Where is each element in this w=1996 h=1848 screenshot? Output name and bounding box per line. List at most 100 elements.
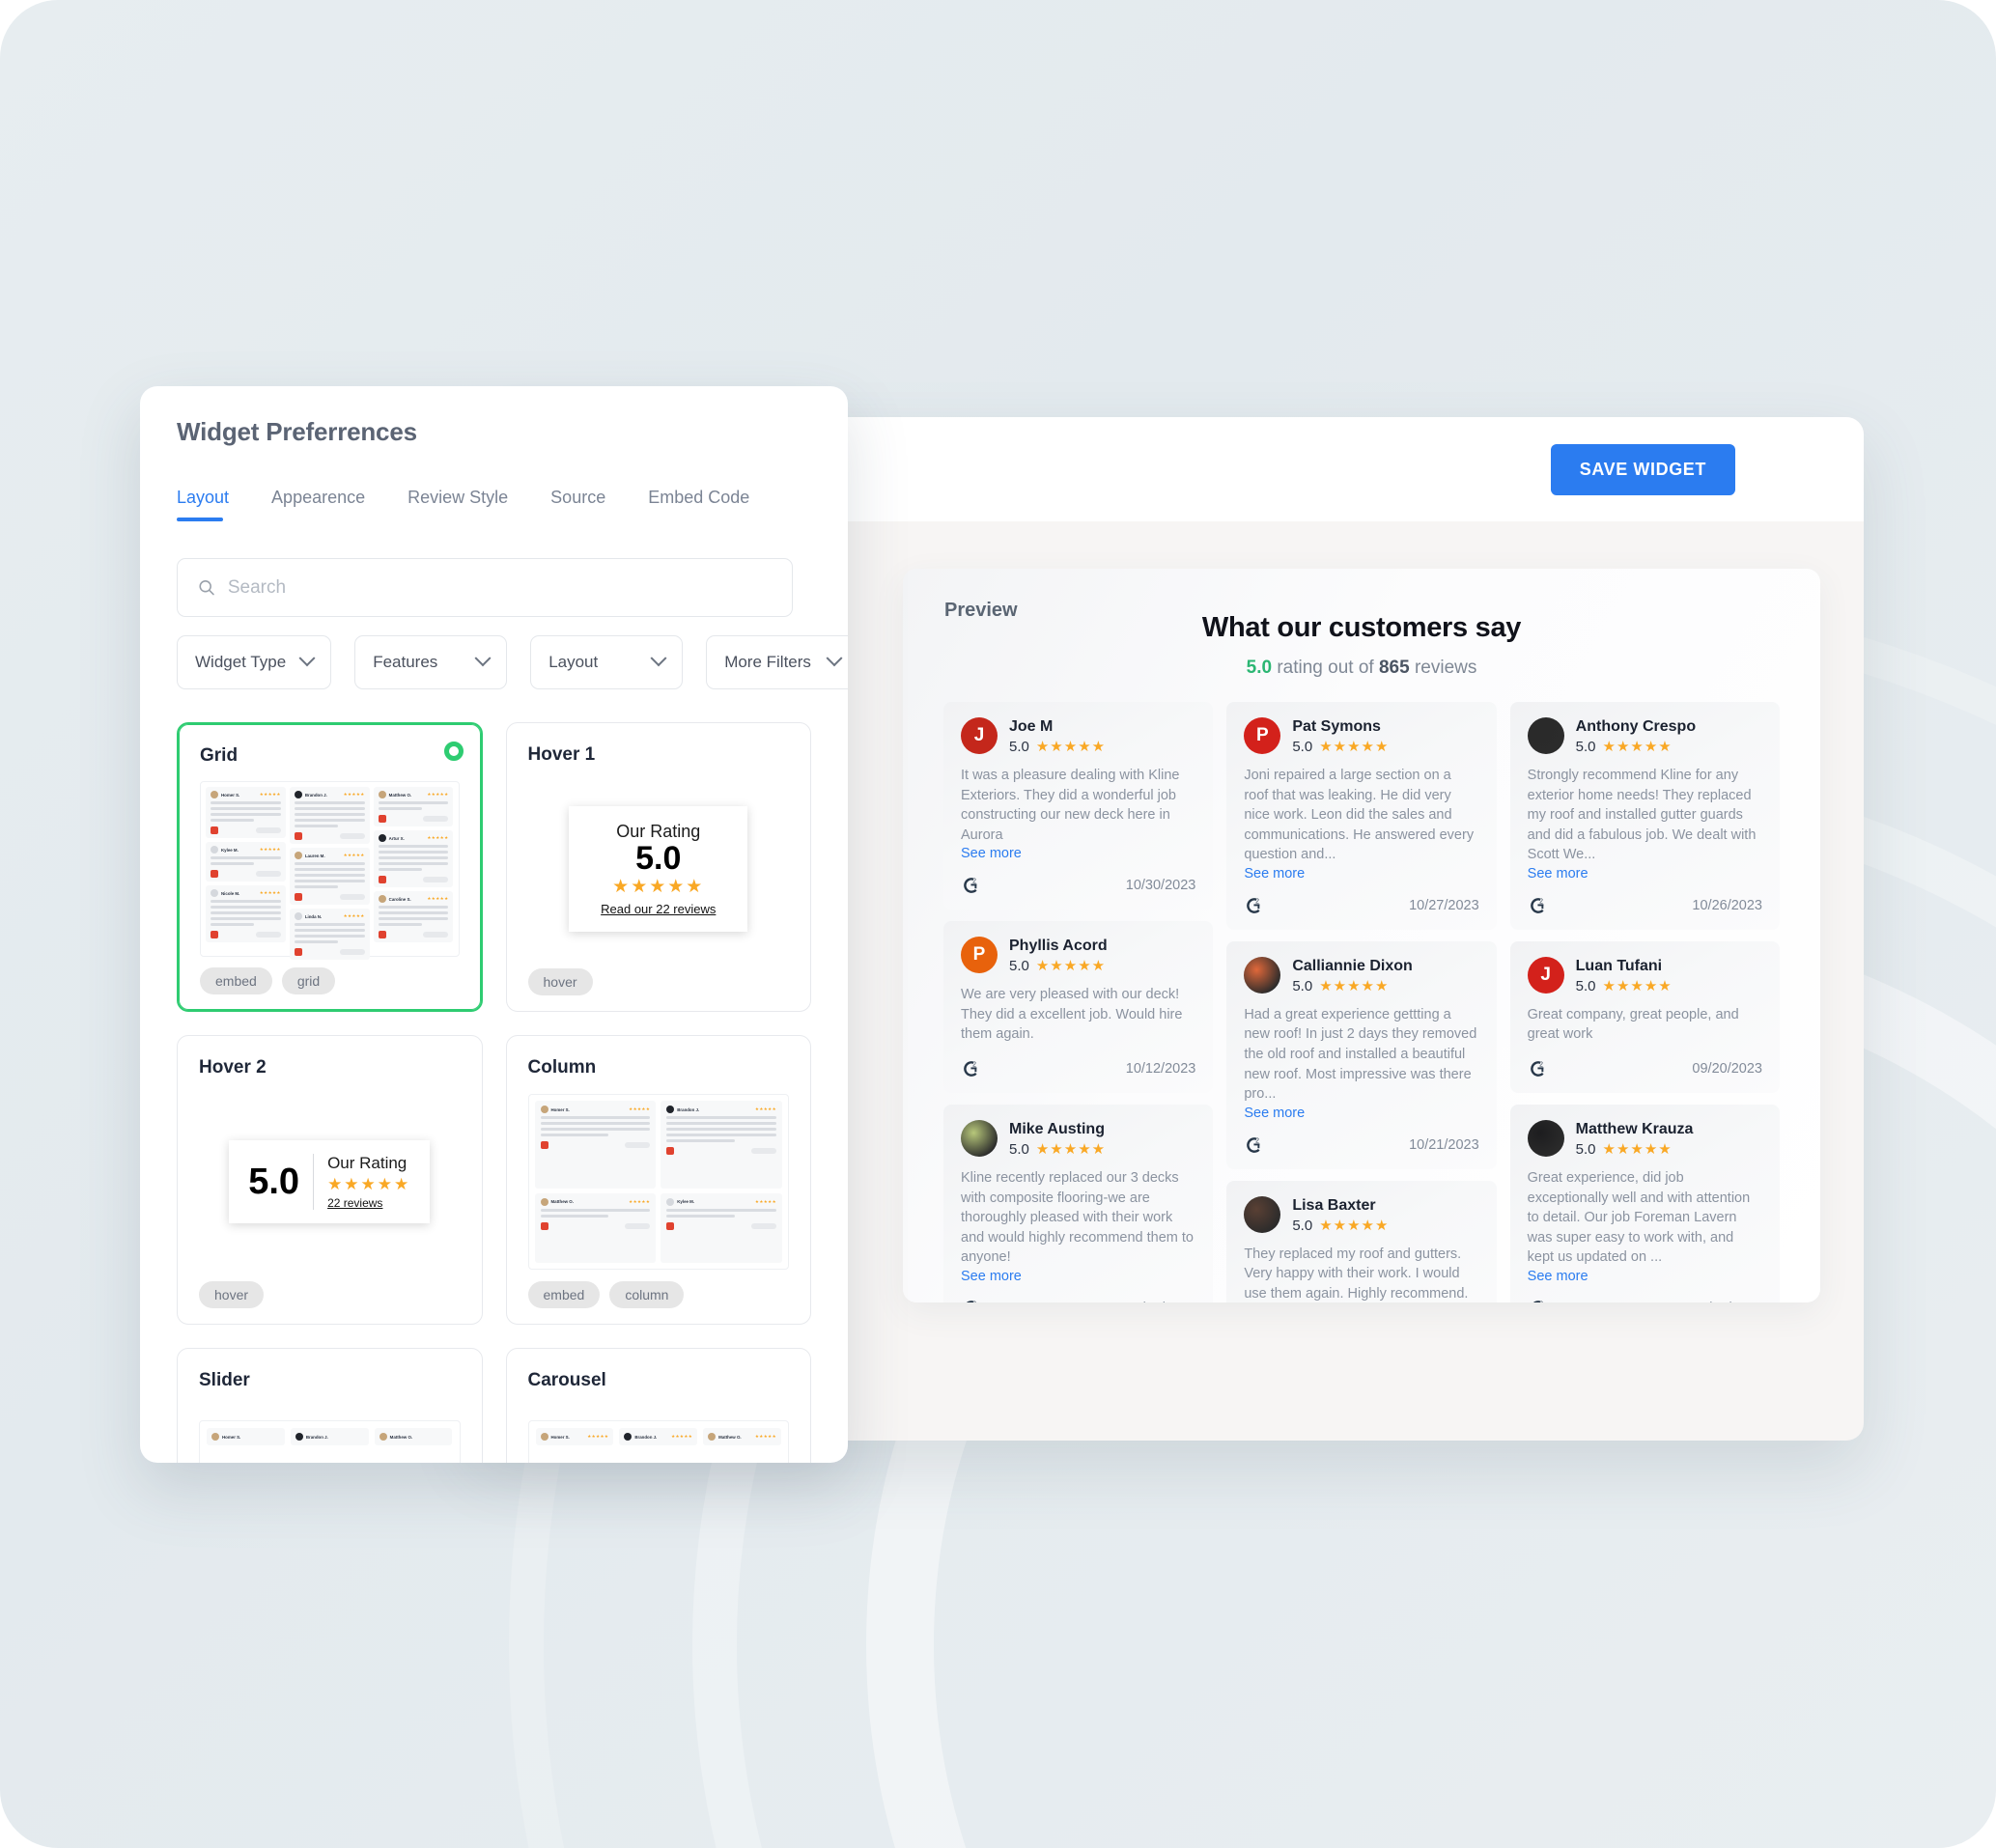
- mini-review-footer: [294, 832, 365, 840]
- search-box[interactable]: [177, 558, 793, 617]
- reviewer-name: Lisa Baxter: [1292, 1196, 1376, 1214]
- review-score: 5.0: [1575, 739, 1596, 755]
- layout-preset-hover-2[interactable]: Hover 2 5.0 Our Rating ★★★★★ 22 reviews hover: [177, 1035, 483, 1325]
- review-header: Lisa Baxter 5.0 ★★★★★: [1244, 1195, 1478, 1234]
- mini-text-line: [211, 923, 255, 926]
- mini-reviewer-name: Matthew O.: [389, 1434, 413, 1440]
- tab-embed-code[interactable]: Embed Code: [648, 478, 749, 521]
- see-more-link[interactable]: See more: [1244, 1106, 1478, 1121]
- mini-reviewer-name: Matthew O.: [550, 1199, 574, 1204]
- hover-reviews-link[interactable]: Read our 22 reviews: [590, 902, 726, 916]
- source-icon: [378, 876, 386, 883]
- selected-radio-icon[interactable]: [443, 742, 464, 761]
- mini-review-header: Matthew O.: [379, 1433, 448, 1441]
- star-rating: ★★★★★: [1319, 977, 1390, 994]
- tab-layout[interactable]: Layout: [177, 478, 229, 521]
- mini-text-line: [294, 874, 365, 877]
- layout-preset-hover-1[interactable]: Hover 1 Our Rating 5.0 ★★★★★ Read our 22 rev…: [505, 722, 811, 1012]
- mini-text-line: [666, 1128, 776, 1131]
- search-icon: [199, 580, 214, 596]
- mini-text-line: [211, 900, 281, 903]
- mini-review-card: Nicole M. ★★★★★: [206, 885, 286, 942]
- filter-features[interactable]: Features: [354, 635, 508, 689]
- layout-preset-grid[interactable]: Grid Homer S. ★★★★★ Kylee M. ★★★★★ Nicole M. ★…: [177, 722, 483, 1012]
- tab-appearence[interactable]: Appearence: [271, 478, 365, 521]
- mini-avatar: [211, 889, 218, 897]
- filter-widget-type[interactable]: Widget Type: [177, 635, 332, 689]
- mini-review-footer: [666, 1147, 776, 1155]
- review-text: Joni repaired a large section on a roof …: [1244, 768, 1475, 863]
- preset-name: Hover 1: [527, 744, 596, 765]
- tab-review-style[interactable]: Review Style: [408, 478, 508, 521]
- mini-text-line: [540, 1116, 651, 1119]
- mini-text-line: [294, 813, 365, 816]
- review-card: P Pat Symons 5.0 ★★★★★ Joni repaired a large…: [1226, 702, 1497, 930]
- layout-preset-column[interactable]: Column Homer S. ★★★★★ Brandon J. ★★★★★ Matthe…: [505, 1035, 811, 1325]
- mini-avatar: [540, 1433, 548, 1441]
- g2-icon: 2: [1532, 1301, 1543, 1302]
- mini-review-header: Linda N. ★★★★★: [294, 912, 365, 920]
- mini-text-line: [540, 1214, 609, 1218]
- layout-preset-carousel[interactable]: Carousel Homer S. ★★★★★ Brandon J. ★★★★★ Matt…: [505, 1348, 811, 1463]
- preset-name: Slider: [199, 1370, 250, 1390]
- filter-label: More Filters: [724, 653, 811, 671]
- mini-reviewer-name: Lauren M.: [304, 853, 325, 858]
- chevron-down-icon: [650, 650, 667, 667]
- see-more-link[interactable]: See more: [961, 846, 1195, 861]
- review-header: J Luan Tufani 5.0 ★★★★★: [1527, 956, 1762, 994]
- mini-text-line: [211, 856, 281, 859]
- mini-slide: Matthew O.: [374, 1428, 453, 1445]
- see-more-link[interactable]: See more: [1528, 1269, 1762, 1284]
- mini-text-line: [378, 856, 449, 859]
- hover-reviews-link[interactable]: 22 reviews: [327, 1196, 410, 1210]
- rating-row: 5.0 ★★★★★: [1009, 958, 1108, 974]
- review-footer: 2 10/12/2023: [961, 1058, 1195, 1079]
- mini-review-card: Caroline S. ★★★★★: [373, 891, 454, 942]
- preset-tags: embed grid: [200, 967, 460, 994]
- preset-tag: embed: [200, 967, 272, 994]
- star-rating: ★★★★★: [1319, 739, 1390, 755]
- reviewer-name: Phyllis Acord: [1009, 938, 1108, 955]
- reviewer-name: Luan Tufani: [1575, 957, 1663, 974]
- g2-icon: 2: [1530, 898, 1544, 913]
- review-meta: Anthony Crespo 5.0 ★★★★★: [1576, 717, 1696, 755]
- save-widget-button[interactable]: SAVE WIDGET: [1550, 443, 1735, 495]
- tab-source[interactable]: Source: [550, 478, 605, 521]
- widget-rating-summary: 5.0 rating out of 865 reviews: [903, 658, 1820, 679]
- mini-review-date: [625, 1222, 651, 1229]
- review-date: 10/27/2023: [1409, 897, 1479, 913]
- mini-review-header: Brandon J.: [295, 1433, 364, 1441]
- layout-preset-slider[interactable]: Slider Homer S. Brandon J. Matthew O.: [177, 1348, 483, 1463]
- review-card: J Luan Tufani 5.0 ★★★★★ Great company, great…: [1509, 940, 1780, 1094]
- preset-tag: embed: [527, 1281, 601, 1308]
- mini-review-header: Brandon J. ★★★★★: [294, 791, 365, 798]
- review-footer: 2 10/26/2023: [1528, 895, 1762, 916]
- filter-more-filters[interactable]: More Filters: [706, 635, 848, 689]
- see-more-link[interactable]: See more: [1244, 866, 1478, 882]
- see-more-link[interactable]: See more: [961, 1269, 1195, 1284]
- see-more-link[interactable]: See more: [1528, 866, 1762, 882]
- divider: [313, 1154, 315, 1210]
- g2-icon: 2: [964, 1061, 977, 1077]
- mini-review-card: Lauren M. ★★★★★: [289, 848, 370, 905]
- mini-review-card: Matthew O. ★★★★★: [373, 787, 454, 826]
- review-score: 5.0: [1292, 977, 1313, 994]
- rating-row: 5.0 ★★★★★: [1009, 1141, 1106, 1158]
- mini-slide: Homer S.: [207, 1428, 285, 1445]
- filter-layout[interactable]: Layout: [530, 635, 684, 689]
- search-input[interactable]: [227, 576, 773, 599]
- mini-star-rating: ★★★★★: [259, 847, 281, 852]
- mini-slide: Matthew O. ★★★★★: [703, 1428, 781, 1445]
- mini-review-card: Kylee M. ★★★★★: [206, 842, 286, 882]
- source-icon: [378, 931, 386, 938]
- rating-value: 5.0: [1246, 658, 1273, 678]
- star-rating: ★★★★★: [1035, 958, 1107, 975]
- reviewer-name: Pat Symons: [1292, 718, 1381, 735]
- rating-row: 5.0 ★★★★★: [1576, 739, 1696, 755]
- mini-avatar: [708, 1433, 717, 1441]
- mini-reviewer-name: Matthew O.: [718, 1434, 742, 1440]
- mini-review-header: Homer S. ★★★★★: [211, 791, 281, 798]
- mini-text-line: [294, 801, 365, 804]
- reviewer-name: Matthew Krauza: [1575, 1121, 1694, 1138]
- avatar: J: [961, 717, 998, 754]
